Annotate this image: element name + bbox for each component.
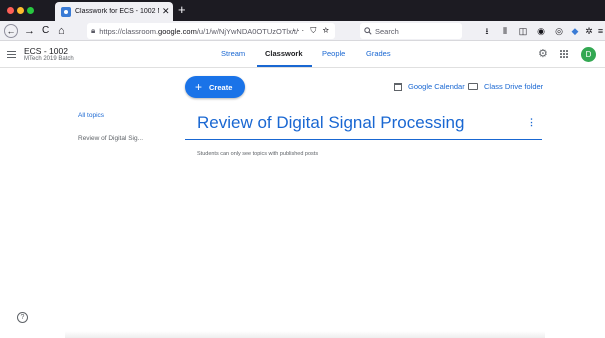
window-close-button[interactable] (7, 7, 14, 14)
topic-visibility-notice: Students can only see topics with publis… (197, 151, 319, 157)
browser-tab-strip: Classwork for ECS - 1002 MTech 2019 Batc… (0, 0, 605, 21)
google-calendar-link[interactable]: Google Calendar (394, 82, 465, 91)
search-icon (364, 27, 372, 35)
apps-grid-icon[interactable] (560, 50, 569, 59)
vpn-extension-icon[interactable]: ◆ (569, 25, 581, 37)
tab-close-icon[interactable]: ✕ (162, 7, 170, 16)
classroom-header: ECS - 1002 MTech 2019 Batch Stream Class… (0, 41, 605, 68)
gear-icon[interactable]: ⚙ (538, 48, 548, 60)
plus-icon: + (195, 80, 203, 94)
url-text: https://classroom.google.com/u/1/w/NjYwN… (99, 26, 299, 36)
google-calendar-label: Google Calendar (408, 82, 465, 91)
extension-icon[interactable]: ◉ (535, 25, 547, 37)
topic-divider (185, 139, 542, 140)
course-section: MTech 2019 Batch (24, 56, 74, 62)
new-tab-button[interactable]: + (178, 3, 186, 16)
more-options-icon[interactable]: ⋮ (527, 117, 536, 127)
downloads-icon[interactable]: ⭳ (481, 25, 493, 37)
tab-people[interactable]: People (322, 49, 345, 58)
calendar-icon (394, 82, 402, 91)
tab-stream[interactable]: Stream (221, 49, 245, 58)
browser-toolbar: ← → C ⌂ 🔒︎ https://classroom.google.com/… (0, 21, 605, 41)
shield-extension-icon[interactable]: ◎ (553, 25, 565, 37)
pocket-icon[interactable]: ✲ (583, 25, 595, 37)
search-placeholder: Search (375, 26, 399, 36)
sidebar-icon[interactable]: ◫ (517, 25, 529, 37)
bottom-shadow (65, 331, 545, 338)
create-label: Create (209, 82, 233, 92)
home-button[interactable]: ⌂ (58, 24, 65, 38)
lock-icon: 🔒︎ (91, 26, 96, 35)
search-input[interactable]: Search (360, 23, 462, 39)
course-title[interactable]: ECS - 1002 (24, 46, 68, 56)
browser-tab-title: Classwork for ECS - 1002 MTech 2019 Batc… (75, 8, 159, 15)
active-tab-indicator (257, 65, 312, 67)
class-drive-folder-label: Class Drive folder (484, 82, 544, 91)
window-maximize-button[interactable] (27, 7, 34, 14)
topic-title[interactable]: Review of Digital Signal Processing (197, 113, 464, 133)
library-icon[interactable]: ⫴ (499, 25, 511, 37)
create-button[interactable]: + Create (185, 76, 245, 98)
screen: Classwork for ECS - 1002 MTech 2019 Batc… (0, 0, 605, 338)
tab-classwork[interactable]: Classwork (265, 49, 303, 58)
menu-icon[interactable]: ≡ (596, 25, 605, 37)
url-bar[interactable]: 🔒︎ https://classroom.google.com/u/1/w/Nj… (87, 23, 335, 39)
sidebar-item-all-topics[interactable]: All topics (78, 112, 104, 119)
avatar[interactable]: D (581, 47, 596, 62)
forward-button[interactable]: → (24, 24, 35, 38)
help-icon[interactable]: ? (17, 312, 28, 323)
page-actions[interactable]: ··· ⛉ ☆ (292, 26, 331, 36)
reload-button[interactable]: C (42, 24, 49, 38)
window-minimize-button[interactable] (17, 7, 24, 14)
back-button[interactable]: ← (4, 24, 18, 38)
browser-tab[interactable]: Classwork for ECS - 1002 MTech 2019 Batc… (55, 2, 173, 21)
tab-grades[interactable]: Grades (366, 49, 391, 58)
sidebar-item-topic[interactable]: Review of Digital Sig... (78, 135, 143, 142)
main-menu-icon[interactable] (7, 51, 16, 58)
folder-icon (468, 83, 478, 90)
class-drive-folder-link[interactable]: Class Drive folder (468, 82, 543, 91)
classroom-favicon-icon (61, 6, 71, 17)
